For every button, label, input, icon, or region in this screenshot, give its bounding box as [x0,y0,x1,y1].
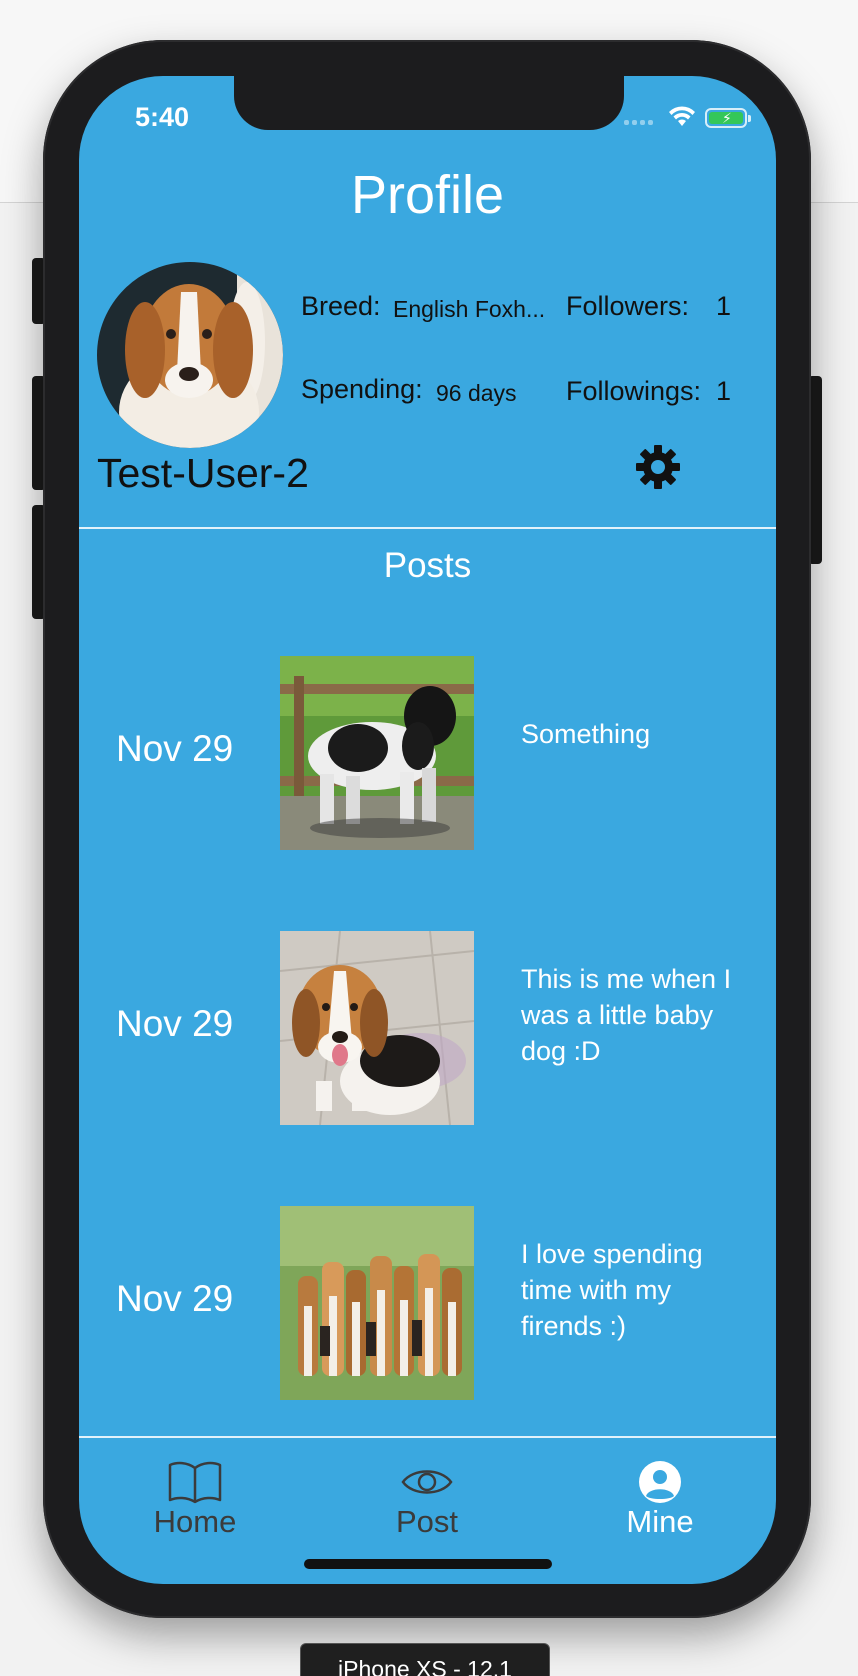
spending-label: Spending: [301,374,423,404]
tab-mine[interactable]: Mine [580,1460,740,1540]
username: Test-User-2 [97,450,309,496]
book-icon [168,1461,222,1504]
followings-label: Followings: [566,376,702,406]
post-image[interactable] [280,656,474,850]
post-caption: This is me when I was a little baby dog … [521,964,732,1066]
tab-post[interactable]: Post [347,1460,507,1540]
gear-icon[interactable] [635,444,681,490]
app-screen: 5:40 ⚡ Profile Breed: English Foxh... Fo… [79,76,776,1584]
tab-home[interactable]: Home [115,1460,275,1540]
spending-value: 96 days [436,380,517,406]
person-icon [639,1461,681,1503]
notch [234,76,624,130]
post-date: Nov 29 [116,1003,234,1044]
tab-mine-label: Mine [626,1504,694,1539]
post-date: Nov 29 [116,1278,234,1319]
profile-divider [79,527,776,529]
followings-count: 1 [716,376,732,406]
battery-charging-icon: ⚡ [705,108,751,128]
breed-value: English Foxh... [393,296,546,322]
home-indicator [304,1559,552,1569]
tab-home-label: Home [153,1504,237,1539]
avatar [97,262,283,448]
status-time: 5:40 [135,102,190,132]
post-image[interactable] [280,931,474,1125]
device-label: iPhone XS - 12.1 [300,1643,550,1676]
breed-label: Breed: [301,291,381,321]
eye-icon [401,1470,453,1494]
followers-count: 1 [716,291,732,321]
list-item[interactable]: Nov 29 Something [79,656,776,850]
post-caption: Something [521,719,651,749]
posts-title: Posts [383,546,472,585]
post-image[interactable] [280,1206,474,1400]
cellular-signal-icon [624,120,653,125]
post-caption: I love spending time with my firends :) [521,1239,703,1341]
wifi-icon [669,106,695,126]
page-title: Profile [350,165,505,225]
post-date: Nov 29 [116,728,234,769]
tab-post-label: Post [395,1504,459,1539]
list-item[interactable]: Nov 29 I love spending time with my fire… [79,1206,776,1400]
followers-label: Followers: [566,291,690,321]
list-item[interactable]: Nov 29 This is me when I was a little ba… [79,931,776,1125]
